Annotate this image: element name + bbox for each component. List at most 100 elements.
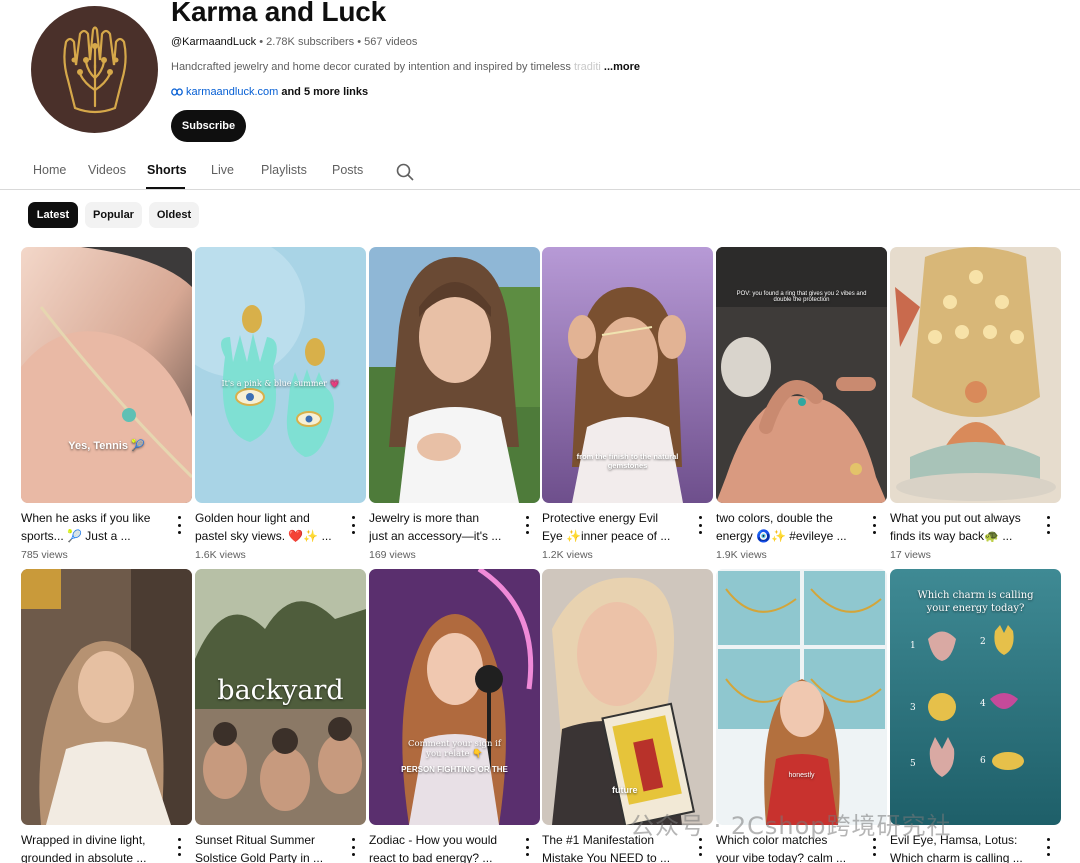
tab-live[interactable]: Live	[211, 163, 234, 177]
short-title-line: Zodiac - How you would	[369, 833, 498, 847]
short-thumbnail[interactable]: from the finish to the natural gemstones	[542, 247, 713, 503]
short-thumbnail[interactable]	[890, 247, 1061, 503]
short-overlay-text: honestly	[788, 772, 815, 779]
short-overlay-banner: PERSON FIGHTING OR THE	[401, 765, 508, 774]
short-title-line: energy 🧿✨ #evileye ...	[716, 529, 847, 543]
active-tab-indicator	[146, 187, 185, 189]
more-vert-icon[interactable]	[348, 838, 358, 856]
short-title-line: Protective energy Evil	[542, 511, 659, 525]
short-title-line: just an accessory—it's ...	[369, 529, 502, 543]
short-overlay-text: future	[612, 785, 638, 795]
short-overlay-text: POV: you found a ring that gives you 2 v…	[736, 291, 867, 303]
short-title-line: Sunset Ritual Summer	[195, 833, 316, 847]
short-overlay-text: Which charm is calling your energy today…	[917, 590, 1034, 614]
tab-posts[interactable]: Posts	[332, 163, 363, 177]
channel-avatar[interactable]	[31, 6, 158, 133]
short-thumbnail[interactable]: Yes, Tennis 🎾	[21, 247, 192, 503]
tab-home[interactable]: Home	[33, 163, 66, 177]
short-overlay-text: backyard	[217, 675, 344, 706]
tab-videos[interactable]: Videos	[88, 163, 126, 177]
short-title-line: finds its way back🐢 ...	[890, 529, 1013, 543]
short-title[interactable]: Protective energy Evil Eye ✨inner peace o…	[542, 509, 692, 545]
short-title[interactable]: two colors, double the energy 🧿✨ #evileye…	[716, 509, 866, 545]
charm-number: 4	[980, 699, 986, 709]
tab-playlists[interactable]: Playlists	[261, 163, 307, 177]
channel-description[interactable]: Handcrafted jewelry and home decor curat…	[171, 61, 640, 73]
short-title[interactable]: What you put out always finds its way bac…	[890, 509, 1040, 545]
more-vert-icon[interactable]	[522, 838, 532, 856]
short-thumbnail[interactable]: honestly	[716, 569, 887, 825]
short-title-line: two colors, double the	[716, 511, 833, 525]
filter-popular[interactable]: Popular	[85, 202, 142, 228]
channel-meta: @KarmaandLuck • 2.78K subscribers • 567 …	[171, 36, 417, 48]
short-views: 1.2K views	[542, 549, 593, 561]
search-icon[interactable]	[395, 162, 415, 182]
short-title[interactable]: Wrapped in divine light, grounded in abso…	[21, 831, 171, 863]
short-views: 17 views	[890, 549, 931, 561]
more-vert-icon[interactable]	[1043, 516, 1053, 534]
short-overlay-text: It's a pink & blue summer 💗	[221, 379, 340, 388]
watermark: 公众号 · 2Cshop跨境研究社	[630, 812, 952, 840]
short-title[interactable]: Jewelry is more than just an accessory—it…	[369, 509, 519, 545]
charm-number: 1	[910, 641, 916, 651]
more-vert-icon[interactable]	[174, 838, 184, 856]
short-views: 1.9K views	[716, 549, 767, 561]
channel-tabs: Home Videos Shorts Live Playlists Posts	[0, 155, 1080, 190]
more-vert-icon[interactable]	[174, 516, 184, 534]
link-icon	[171, 88, 183, 96]
short-thumbnail[interactable]: backyard	[195, 569, 366, 825]
short-title[interactable]: Zodiac - How you would react to bad energ…	[369, 831, 519, 863]
short-thumbnail[interactable]: Comment your sign if you relate 👇 PERSON…	[369, 569, 540, 825]
short-views: 1.6K views	[195, 549, 246, 561]
short-thumbnail[interactable]	[369, 247, 540, 503]
short-title-line: Wrapped in divine light,	[21, 833, 146, 847]
hamsa-tree-logo-icon	[62, 25, 127, 113]
short-thumbnail[interactable]: Which charm is calling your energy today…	[890, 569, 1061, 825]
short-thumbnail[interactable]: It's a pink & blue summer 💗	[195, 247, 366, 503]
tab-shorts[interactable]: Shorts	[147, 163, 187, 177]
short-title-line: Jewelry is more than	[369, 511, 480, 525]
more-vert-icon[interactable]	[348, 516, 358, 534]
short-overlay-text: Comment your sign if you relate 👇	[407, 739, 502, 759]
channel-handle: @KarmaandLuck	[171, 36, 257, 48]
more-links[interactable]: and 5 more links	[281, 86, 368, 98]
short-title-line: react to bad energy? ...	[369, 851, 493, 863]
channel-title: Karma and Luck	[171, 0, 387, 27]
short-views: 169 views	[369, 549, 416, 561]
video-count: 567 videos	[364, 36, 418, 48]
short-overlay-text: from the finish to the natural gemstones	[576, 452, 679, 470]
short-title-line: Which charm is calling ...	[890, 851, 1023, 863]
short-title-line: sports... 🎾 Just a ...	[21, 529, 131, 543]
short-title-line: When he asks if you like	[21, 511, 151, 525]
charm-number: 3	[910, 703, 916, 713]
short-title-line: Solstice Gold Party in ...	[195, 851, 324, 863]
more-vert-icon[interactable]	[695, 516, 705, 534]
subscriber-count: 2.78K subscribers	[266, 36, 355, 48]
short-title[interactable]: When he asks if you like sports... 🎾 Just…	[21, 509, 171, 545]
filter-latest[interactable]: Latest	[28, 202, 78, 228]
short-thumbnail[interactable]	[21, 569, 192, 825]
more-vert-icon[interactable]	[869, 516, 879, 534]
short-title[interactable]: Sunset Ritual Summer Solstice Gold Party …	[195, 831, 345, 863]
more-link[interactable]: ...more	[604, 61, 640, 73]
short-title-line: Mistake You NEED to ...	[542, 851, 671, 863]
filter-oldest[interactable]: Oldest	[149, 202, 199, 228]
subscribe-button[interactable]: Subscribe	[171, 110, 246, 142]
charm-number: 5	[910, 759, 916, 769]
short-title-line: What you put out always	[890, 511, 1021, 525]
short-title[interactable]: Golden hour light and pastel sky views. ❤…	[195, 509, 345, 545]
channel-link[interactable]: karmaandluck.com	[186, 86, 278, 98]
description-fade: traditi	[573, 61, 601, 73]
more-vert-icon[interactable]	[1043, 838, 1053, 856]
charm-number: 2	[980, 637, 986, 647]
short-title-line: pastel sky views. ❤️✨ ...	[195, 529, 332, 543]
channel-links: karmaandluck.com and 5 more links	[171, 86, 368, 98]
charm-number: 6	[980, 756, 986, 766]
short-title-line: your vibe today? calm ...	[716, 851, 847, 863]
short-views: 785 views	[21, 549, 68, 561]
short-thumbnail[interactable]: future	[542, 569, 713, 825]
short-title-line: grounded in absolute ...	[21, 851, 147, 863]
short-thumbnail[interactable]: POV: you found a ring that gives you 2 v…	[716, 247, 887, 503]
short-title-line: Eye ✨inner peace of ...	[542, 529, 671, 543]
more-vert-icon[interactable]	[522, 516, 532, 534]
